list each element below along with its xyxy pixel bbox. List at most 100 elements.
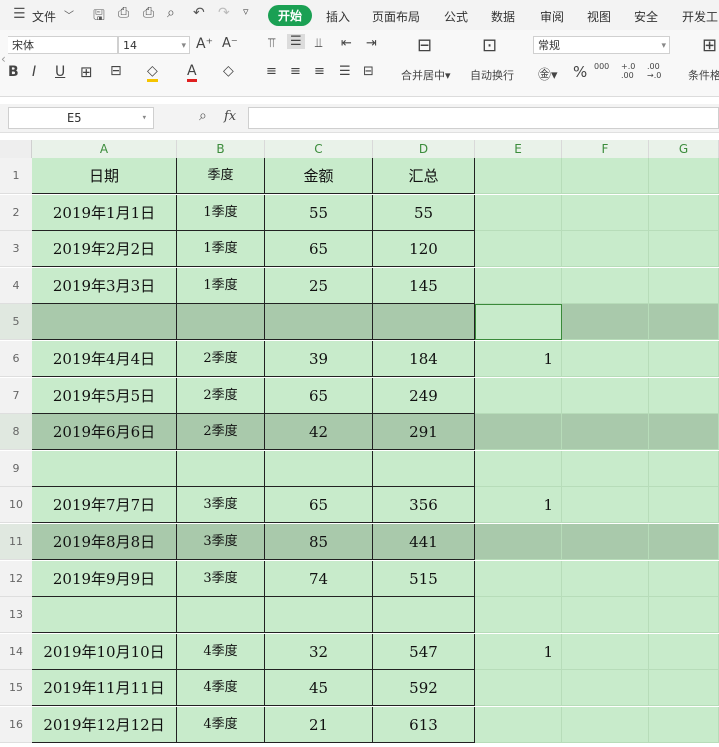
cell-g10[interactable] xyxy=(649,487,719,524)
cell-b2[interactable]: 1季度 xyxy=(177,194,265,231)
cell-a2[interactable]: 2019年1月1日 xyxy=(32,194,177,231)
file-menu[interactable]: 文件 xyxy=(32,8,56,25)
align-bottom-icon[interactable]: ⫫ xyxy=(315,36,322,51)
column-header-e[interactable]: E xyxy=(475,140,562,158)
cell-f4[interactable] xyxy=(562,267,649,304)
decrease-font-icon[interactable]: A⁻ xyxy=(222,36,238,51)
cell-b13[interactable] xyxy=(177,597,265,634)
tab-security[interactable]: 安全 xyxy=(634,8,658,25)
currency-icon[interactable]: ㊎▾ xyxy=(538,64,558,83)
cell-a5[interactable] xyxy=(32,304,177,341)
font-name-select[interactable]: 宋体 xyxy=(8,36,118,54)
cell-d14[interactable]: 547 xyxy=(373,633,475,670)
cell-c1[interactable]: 金额 xyxy=(265,158,373,194)
cell-e4[interactable] xyxy=(475,267,562,304)
row-header[interactable]: 14 xyxy=(0,633,32,670)
align-top-icon[interactable]: ⫪ xyxy=(268,36,275,51)
cell-a3[interactable]: 2019年2月2日 xyxy=(32,231,177,268)
column-header-f[interactable]: F xyxy=(562,140,649,158)
align-middle-icon[interactable]: ☰ xyxy=(287,34,305,49)
cell-c2[interactable]: 55 xyxy=(265,194,373,231)
cell-d9[interactable] xyxy=(373,450,475,487)
select-all-corner[interactable] xyxy=(0,140,32,158)
cell-f3[interactable] xyxy=(562,231,649,268)
row-header[interactable]: 9 xyxy=(0,450,32,487)
cell-c15[interactable]: 45 xyxy=(265,670,373,707)
cell-a1[interactable]: 日期 xyxy=(32,158,177,194)
row-header[interactable]: 11 xyxy=(0,524,32,560)
cell-b12[interactable]: 3季度 xyxy=(177,560,265,597)
cell-c4[interactable]: 25 xyxy=(265,267,373,304)
column-header-g[interactable]: G xyxy=(649,140,719,158)
cell-e2[interactable] xyxy=(475,194,562,231)
cell-d5[interactable] xyxy=(373,304,475,341)
cell-f13[interactable] xyxy=(562,597,649,634)
increase-indent-icon[interactable]: ⇥ xyxy=(366,36,377,51)
row-header[interactable]: 7 xyxy=(0,377,32,414)
cell-e6[interactable]: 1 xyxy=(475,341,562,377)
cell-d7[interactable]: 249 xyxy=(373,377,475,414)
column-header-a[interactable]: A xyxy=(32,140,177,158)
cell-a11[interactable]: 2019年8月8日 xyxy=(32,524,177,560)
row-header[interactable]: 3 xyxy=(0,231,32,268)
cell-f6[interactable] xyxy=(562,341,649,377)
align-center-icon[interactable]: ≡ xyxy=(290,64,301,79)
cell-e9[interactable] xyxy=(475,450,562,487)
column-header-b[interactable]: B xyxy=(177,140,265,158)
cell-f11[interactable] xyxy=(562,524,649,560)
cell-a15[interactable]: 2019年11月11日 xyxy=(32,670,177,707)
cell-b4[interactable]: 1季度 xyxy=(177,267,265,304)
cell-d4[interactable]: 145 xyxy=(373,267,475,304)
cell-g14[interactable] xyxy=(649,633,719,670)
cell-d12[interactable]: 515 xyxy=(373,560,475,597)
cell-g11[interactable] xyxy=(649,524,719,560)
cell-f14[interactable] xyxy=(562,633,649,670)
cell-f5[interactable] xyxy=(562,304,649,341)
row-header[interactable]: 16 xyxy=(0,707,32,743)
cell-c13[interactable] xyxy=(265,597,373,634)
cell-c3[interactable]: 65 xyxy=(265,231,373,268)
formula-input[interactable] xyxy=(248,107,719,129)
cell-a7[interactable]: 2019年5月5日 xyxy=(32,377,177,414)
cell-b5[interactable] xyxy=(177,304,265,341)
column-header-c[interactable]: C xyxy=(265,140,373,158)
name-box[interactable]: E5 ▾ xyxy=(8,107,154,129)
row-header[interactable]: 6 xyxy=(0,341,32,377)
row-header[interactable]: 2 xyxy=(0,194,32,231)
cell-c6[interactable]: 39 xyxy=(265,341,373,377)
cell-c8[interactable]: 42 xyxy=(265,414,373,451)
cell-c16[interactable]: 21 xyxy=(265,707,373,743)
cell-g7[interactable] xyxy=(649,377,719,414)
cell-c9[interactable] xyxy=(265,450,373,487)
cell-b7[interactable]: 2季度 xyxy=(177,377,265,414)
tab-developer[interactable]: 开发工 xyxy=(682,8,718,25)
cell-g8[interactable] xyxy=(649,414,719,451)
cell-b15[interactable]: 4季度 xyxy=(177,670,265,707)
row-header[interactable]: 12 xyxy=(0,560,32,597)
chevron-down-icon[interactable]: ﹀ xyxy=(64,7,74,22)
cell-e3[interactable] xyxy=(475,231,562,268)
cell-a10[interactable]: 2019年7月7日 xyxy=(32,487,177,524)
cell-c7[interactable]: 65 xyxy=(265,377,373,414)
cell-d15[interactable]: 592 xyxy=(373,670,475,707)
merge-center-icon[interactable]: ⊟ xyxy=(417,35,432,56)
increase-decimal-button[interactable]: +.0 .00 xyxy=(621,62,641,80)
cell-f10[interactable] xyxy=(562,487,649,524)
cell-c14[interactable]: 32 xyxy=(265,633,373,670)
cell-a13[interactable] xyxy=(32,597,177,634)
row-header[interactable]: 4 xyxy=(0,267,32,304)
cell-a8[interactable]: 2019年6月6日 xyxy=(32,414,177,451)
cell-g1[interactable] xyxy=(649,158,719,194)
row-header[interactable]: 1 xyxy=(0,158,32,194)
cell-d3[interactable]: 120 xyxy=(373,231,475,268)
cell-a14[interactable]: 2019年10月10日 xyxy=(32,633,177,670)
cell-c5[interactable] xyxy=(265,304,373,341)
conditional-format-icon[interactable]: ⊞ xyxy=(702,35,717,56)
cell-a12[interactable]: 2019年9月9日 xyxy=(32,560,177,597)
cell-d11[interactable]: 441 xyxy=(373,524,475,560)
tab-data[interactable]: 数据 xyxy=(491,8,515,25)
row-header[interactable]: 10 xyxy=(0,487,32,524)
cell-g6[interactable] xyxy=(649,341,719,377)
cell-f12[interactable] xyxy=(562,560,649,597)
cell-e8[interactable] xyxy=(475,414,562,451)
